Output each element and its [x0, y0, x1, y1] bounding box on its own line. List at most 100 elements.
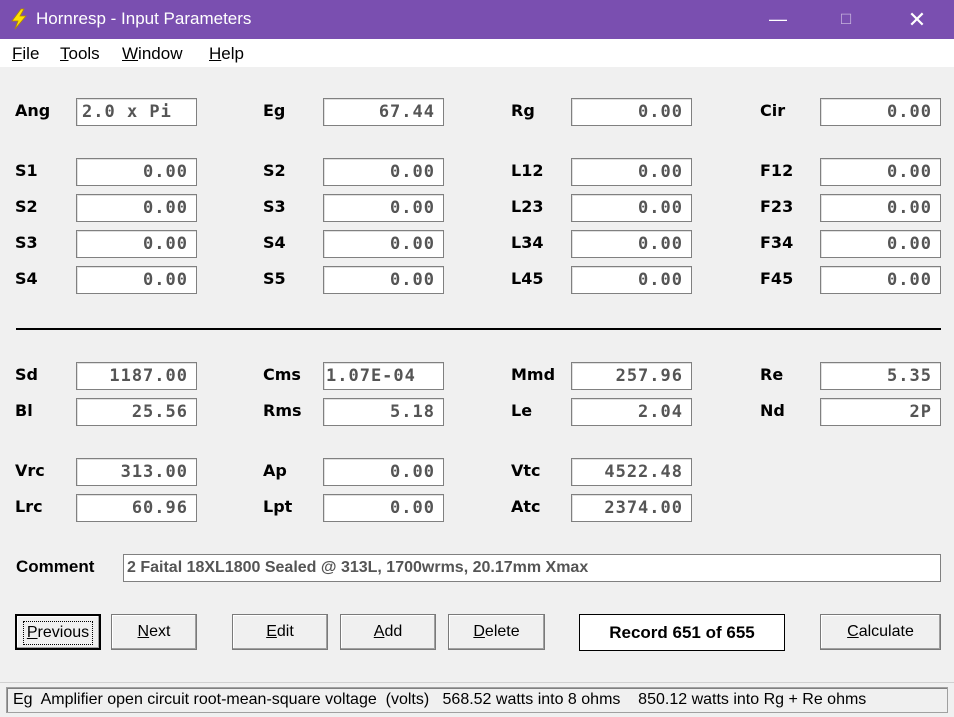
field-bl[interactable]: 25.56 [76, 398, 197, 426]
label-s3: S3 [263, 197, 286, 216]
field-l12[interactable]: 0.00 [571, 158, 692, 186]
label-s5: S5 [263, 269, 286, 288]
menu-file-label: ile [22, 44, 40, 63]
label-bl: Bl [15, 401, 33, 420]
next-button[interactable]: Next [111, 614, 197, 650]
calculate-mnemonic: C [847, 623, 859, 640]
delete-label: elete [484, 623, 520, 640]
previous-mnemonic: P [26, 624, 38, 641]
field-ap[interactable]: 0.00 [323, 458, 444, 486]
field-ang[interactable]: 2.0 x Pi [76, 98, 197, 126]
menu-tools-mnemonic: T [60, 44, 69, 63]
menu-help-label: elp [221, 44, 244, 63]
label-vrc: Vrc [15, 461, 45, 480]
label-l23: L23 [511, 197, 544, 216]
menu-help[interactable]: Help [209, 44, 244, 64]
field-f34[interactable]: 0.00 [820, 230, 941, 258]
field-l34[interactable]: 0.00 [571, 230, 692, 258]
field-f23[interactable]: 0.00 [820, 194, 941, 222]
label-s4: S4 [15, 269, 38, 288]
window-title: Hornresp - Input Parameters [36, 9, 252, 28]
add-mnemonic: A [373, 623, 385, 640]
field-re[interactable]: 5.35 [820, 362, 941, 390]
field-vtc[interactable]: 4522.48 [571, 458, 692, 486]
next-label: ext [149, 623, 171, 640]
label-eg: Eg [263, 101, 286, 120]
field-s4[interactable]: 0.00 [76, 266, 197, 294]
field-rg[interactable]: 0.00 [571, 98, 692, 126]
menu-tools[interactable]: Tools [60, 44, 100, 64]
field-nd[interactable]: 2P [820, 398, 941, 426]
label-vtc: Vtc [511, 461, 541, 480]
close-button[interactable]: ✕ [894, 0, 940, 39]
field-rms[interactable]: 5.18 [323, 398, 444, 426]
field-l45[interactable]: 0.00 [571, 266, 692, 294]
label-rms: Rms [263, 401, 302, 420]
field-s1[interactable]: 0.00 [76, 158, 197, 186]
field-s5[interactable]: 0.00 [323, 266, 444, 294]
field-f45[interactable]: 0.00 [820, 266, 941, 294]
label-l34: L34 [511, 233, 544, 252]
edit-button[interactable]: Edit [232, 614, 328, 650]
delete-button[interactable]: Delete [448, 614, 545, 650]
label-cms: Cms [263, 365, 301, 384]
label-atc: Atc [511, 497, 541, 516]
add-button[interactable]: Add [340, 614, 436, 650]
previous-button[interactable]: Previous [15, 614, 101, 650]
record-indicator: Record 651 of 655 [579, 614, 785, 651]
add-label: dd [384, 623, 403, 640]
comment-field[interactable]: 2 Faital 18XL1800 Sealed @ 313L, 1700wrm… [123, 554, 941, 582]
field-s3[interactable]: 0.00 [323, 194, 444, 222]
section-divider [16, 328, 941, 330]
maximize-button[interactable]: ☐ [823, 0, 869, 39]
label-le: Le [511, 401, 533, 420]
label-lpt: Lpt [263, 497, 293, 516]
field-cir[interactable]: 0.00 [820, 98, 941, 126]
calculate-label: alculate [858, 623, 914, 640]
label-ang: Ang [15, 101, 51, 120]
menu-file-mnemonic: F [12, 44, 23, 63]
label-mmd: Mmd [511, 365, 556, 384]
label-lrc: Lrc [15, 497, 43, 516]
field-vrc[interactable]: 313.00 [76, 458, 197, 486]
field-sd[interactable]: 1187.00 [76, 362, 197, 390]
field-l23[interactable]: 0.00 [571, 194, 692, 222]
next-mnemonic: N [137, 623, 150, 640]
field-le[interactable]: 2.04 [571, 398, 692, 426]
delete-mnemonic: D [473, 623, 485, 640]
menu-window[interactable]: Window [122, 44, 182, 64]
menu-file[interactable]: File [12, 44, 39, 64]
label-l45: L45 [511, 269, 544, 288]
field-cms[interactable]: 1.07E-04 [323, 362, 444, 390]
field-lpt[interactable]: 0.00 [323, 494, 444, 522]
field-lrc[interactable]: 60.96 [76, 494, 197, 522]
field-s2[interactable]: 0.00 [323, 158, 444, 186]
menu-window-label: indow [138, 44, 183, 63]
edit-label: dit [276, 623, 294, 640]
label-ap: Ap [263, 461, 287, 480]
label-comment: Comment [16, 557, 95, 576]
menu-bar: File Tools Window Help [0, 39, 954, 67]
label-f34: F34 [760, 233, 794, 252]
label-s4: S4 [263, 233, 286, 252]
status-bar: Eg Amplifier open circuit root-mean-squa… [0, 682, 954, 717]
label-cir: Cir [760, 101, 786, 120]
lightning-bolt-icon [11, 8, 27, 30]
field-f12[interactable]: 0.00 [820, 158, 941, 186]
field-s4[interactable]: 0.00 [323, 230, 444, 258]
field-atc[interactable]: 2374.00 [571, 494, 692, 522]
label-rg: Rg [511, 101, 535, 120]
menu-window-mnemonic: W [122, 44, 139, 63]
label-s2: S2 [263, 161, 286, 180]
label-f45: F45 [760, 269, 794, 288]
label-sd: Sd [15, 365, 38, 384]
field-s2[interactable]: 0.00 [76, 194, 197, 222]
minimize-button[interactable]: — [755, 0, 801, 39]
label-re: Re [760, 365, 784, 384]
calculate-button[interactable]: Calculate [820, 614, 941, 650]
field-s3[interactable]: 0.00 [76, 230, 197, 258]
label-f23: F23 [760, 197, 794, 216]
label-s2: S2 [15, 197, 38, 216]
field-eg[interactable]: 67.44 [323, 98, 444, 126]
field-mmd[interactable]: 257.96 [571, 362, 692, 390]
